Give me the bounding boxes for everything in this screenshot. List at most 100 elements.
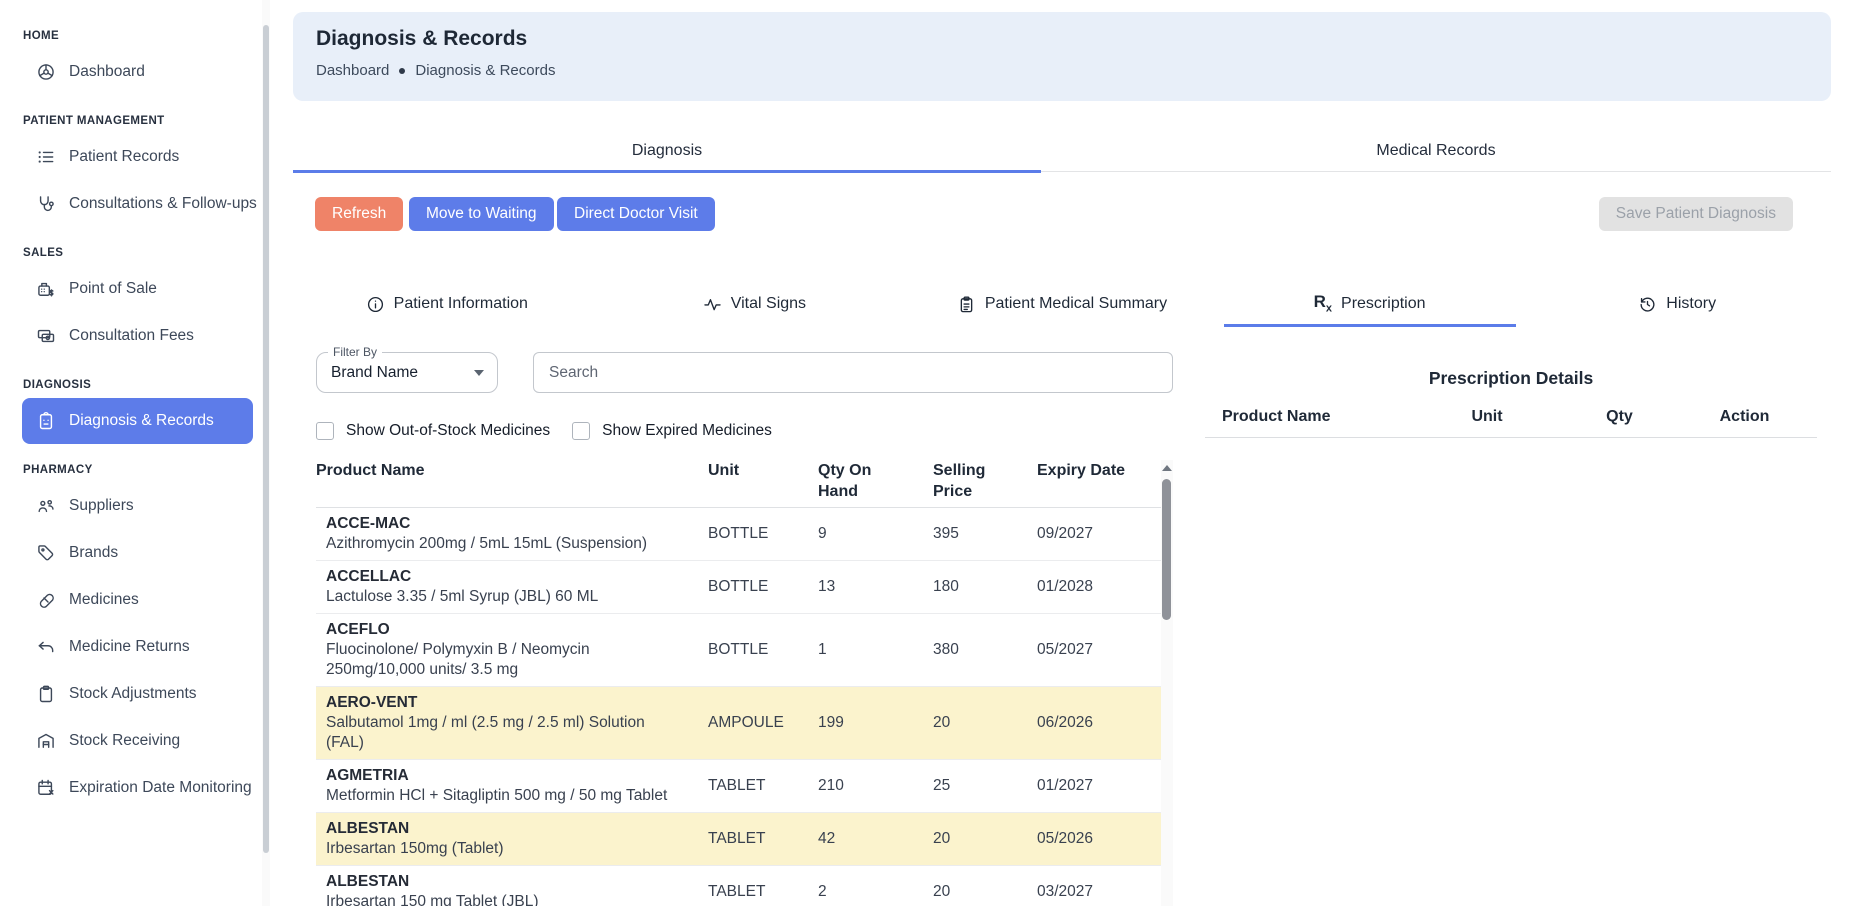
sidebar-item-suppliers[interactable]: Suppliers — [22, 483, 253, 529]
subtab-patient-information[interactable]: Patient Information — [293, 283, 601, 325]
price-cell: 380 — [933, 640, 1037, 660]
sidebar-item-consultations[interactable]: Consultations & Follow-ups — [22, 181, 253, 227]
table-row[interactable]: ACEFLO Fluocinolone/ Polymyxin B / Neomy… — [316, 614, 1161, 687]
sidebar-item-expiration-monitoring[interactable]: Expiration Date Monitoring — [22, 765, 253, 811]
sidebar-item-medicine-returns[interactable]: Medicine Returns — [22, 624, 253, 670]
clipboard-icon — [36, 684, 56, 704]
unit-cell: BOTTLE — [708, 524, 818, 544]
filter-by-value: Brand Name — [331, 364, 418, 382]
product-brand: ALBESTAN — [326, 872, 680, 892]
unit-cell: AMPOULE — [708, 713, 818, 733]
table-row[interactable]: ACCELLAC Lactulose 3.35 / 5ml Syrup (JBL… — [316, 561, 1161, 614]
dashboard-icon — [36, 62, 56, 82]
clipboard-list-icon — [957, 295, 976, 314]
table-row[interactable]: AERO-VENT Salbutamol 1mg / ml (2.5 mg / … — [316, 687, 1161, 760]
filter-by-select[interactable]: Filter By Brand Name — [316, 352, 498, 393]
product-generic: Irbesartan 150mg (Tablet) — [326, 839, 680, 859]
sidebar-item-label: Expiration Date Monitoring — [69, 779, 252, 797]
patient-records-icon — [36, 147, 56, 167]
product-generic: Salbutamol 1mg / ml (2.5 mg / 2.5 ml) So… — [326, 713, 680, 753]
sidebar-section-pharmacy: PHARMACY Suppliers Brands Medicines — [0, 444, 262, 811]
table-row[interactable]: ALBESTAN Irbesartan 150mg (Tablet) TABLE… — [316, 813, 1161, 866]
sidebar-item-label: Consultation Fees — [69, 327, 194, 345]
sidebar-scrollbar-thumb[interactable] — [263, 25, 269, 853]
info-circle-icon — [366, 295, 385, 314]
qty-cell: 199 — [818, 713, 933, 733]
subtab-prescription[interactable]: Rx Prescription — [1216, 283, 1524, 325]
breadcrumb-dashboard[interactable]: Dashboard — [316, 62, 389, 79]
prescription-table-header: Product Name Unit Qty Action — [1205, 408, 1817, 438]
subtab-label: Patient Information — [394, 295, 528, 313]
sidebar-item-consultation-fees[interactable]: Consultation Fees — [22, 313, 253, 359]
subtab-patient-medical-summary[interactable]: Patient Medical Summary — [908, 283, 1216, 325]
expiry-cell: 06/2026 — [1037, 713, 1161, 733]
table-scrollbar-thumb[interactable] — [1162, 479, 1171, 620]
medicine-table-body: ACCE-MAC Azithromycin 200mg / 5mL 15mL (… — [316, 508, 1161, 906]
out-of-stock-checkbox[interactable] — [316, 422, 334, 440]
expired-checkbox[interactable] — [572, 422, 590, 440]
save-patient-diagnosis-button[interactable]: Save Patient Diagnosis — [1599, 197, 1793, 231]
subtab-label: History — [1666, 295, 1716, 313]
col-qty: Qty — [1567, 408, 1672, 426]
product-generic: Azithromycin 200mg / 5mL 15mL (Suspensio… — [326, 534, 680, 554]
breadcrumb: Dashboard Diagnosis & Records — [316, 62, 1831, 79]
col-qty-on-hand: Qty On Hand — [818, 460, 933, 502]
price-cell: 20 — [933, 882, 1037, 902]
product-generic: Irbesartan 150 mg Tablet (JBL) — [326, 892, 680, 906]
table-scrollbar[interactable] — [1161, 460, 1173, 906]
move-to-waiting-button[interactable]: Move to Waiting — [409, 197, 554, 231]
tag-icon — [36, 543, 56, 563]
table-row[interactable]: ACCE-MAC Azithromycin 200mg / 5mL 15mL (… — [316, 508, 1161, 561]
sidebar-item-brands[interactable]: Brands — [22, 530, 253, 576]
unit-cell: BOTTLE — [708, 577, 818, 597]
sidebar-item-label: Suppliers — [69, 497, 134, 515]
sidebar-item-dashboard[interactable]: Dashboard — [22, 49, 253, 95]
product-brand: ACEFLO — [326, 620, 680, 640]
tab-diagnosis[interactable]: Diagnosis — [293, 128, 1041, 173]
show-expired-checkbox-group[interactable]: Show Expired Medicines — [572, 422, 772, 440]
sidebar-item-patient-records[interactable]: Patient Records — [22, 134, 253, 180]
filter-by-label: Filter By — [328, 345, 382, 359]
expiry-cell: 01/2028 — [1037, 577, 1161, 597]
qty-cell: 9 — [818, 524, 933, 544]
subtab-vital-signs[interactable]: Vital Signs — [601, 283, 909, 325]
sidebar-item-diagnosis-records[interactable]: Diagnosis & Records — [22, 398, 253, 444]
medicine-table-header: Product Name Unit Qty On Hand Selling Pr… — [316, 460, 1161, 508]
sidebar-section-sales: SALES Point of Sale Consultation Fees — [0, 227, 262, 359]
banknotes-icon — [36, 326, 56, 346]
qty-cell: 13 — [818, 577, 933, 597]
sidebar-item-label: Medicines — [69, 591, 139, 609]
page-header: Diagnosis & Records Dashboard Diagnosis … — [293, 12, 1831, 101]
price-cell: 395 — [933, 524, 1037, 544]
sidebar-scrollbar[interactable] — [262, 0, 270, 906]
unit-cell: TABLET — [708, 829, 818, 849]
sidebar-item-label: Stock Receiving — [69, 732, 180, 750]
sidebar-item-point-of-sale[interactable]: Point of Sale — [22, 266, 253, 312]
direct-doctor-visit-button[interactable]: Direct Doctor Visit — [557, 197, 715, 231]
search-input[interactable] — [533, 352, 1173, 393]
sidebar-item-label: Diagnosis & Records — [69, 412, 214, 430]
refresh-button[interactable]: Refresh — [315, 197, 403, 231]
section-label-patient-management: PATIENT MANAGEMENT — [0, 115, 262, 133]
page-title: Diagnosis & Records — [316, 27, 1831, 51]
table-row[interactable]: ALBESTAN Irbesartan 150 mg Tablet (JBL) … — [316, 866, 1161, 906]
checkbox-row: Show Out-of-Stock Medicines Show Expired… — [316, 422, 1173, 440]
sidebar-item-stock-receiving[interactable]: Stock Receiving — [22, 718, 253, 764]
subtab-label: Vital Signs — [731, 295, 806, 313]
scroll-up-icon[interactable] — [1162, 465, 1172, 471]
unit-cell: TABLET — [708, 776, 818, 796]
show-out-of-stock-checkbox-group[interactable]: Show Out-of-Stock Medicines — [316, 422, 550, 440]
subtab-history[interactable]: History — [1523, 283, 1831, 325]
sidebar-section-home: HOME Dashboard — [0, 30, 262, 95]
sidebar-item-medicines[interactable]: Medicines — [22, 577, 253, 623]
product-brand: ACCE-MAC — [326, 514, 680, 534]
sidebar-item-stock-adjustments[interactable]: Stock Adjustments — [22, 671, 253, 717]
chevron-down-icon — [474, 370, 484, 376]
qty-cell: 2 — [818, 882, 933, 902]
expiry-cell: 01/2027 — [1037, 776, 1161, 796]
pulse-icon — [703, 295, 722, 314]
expiry-cell: 05/2026 — [1037, 829, 1161, 849]
tab-medical-records[interactable]: Medical Records — [1041, 128, 1831, 173]
table-row[interactable]: AGMETRIA Metformin HCl + Sitagliptin 500… — [316, 760, 1161, 813]
people-icon — [36, 496, 56, 516]
